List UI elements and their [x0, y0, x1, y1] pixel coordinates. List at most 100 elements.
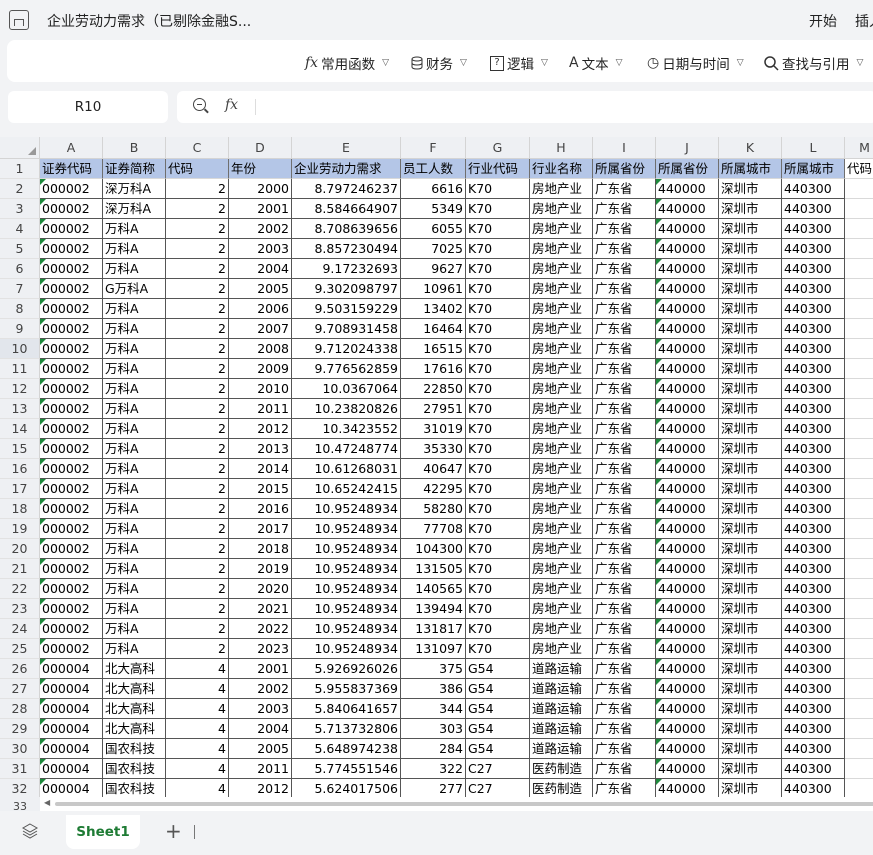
- column-header-m[interactable]: M: [845, 137, 873, 159]
- table-cell[interactable]: 2002: [229, 219, 292, 239]
- table-cell[interactable]: G54: [466, 739, 530, 759]
- table-cell[interactable]: [845, 539, 873, 559]
- table-cell[interactable]: 2: [166, 359, 229, 379]
- table-cell[interactable]: 10.23820826: [292, 399, 401, 419]
- column-header-b[interactable]: B: [103, 137, 166, 159]
- header-cell[interactable]: 行业名称: [530, 159, 593, 179]
- table-cell[interactable]: 广东省: [593, 719, 656, 739]
- table-cell[interactable]: 房地产业: [530, 639, 593, 659]
- table-cell[interactable]: 万科A: [103, 599, 166, 619]
- table-cell[interactable]: 房地产业: [530, 579, 593, 599]
- zoom-out-icon[interactable]: [193, 98, 206, 111]
- table-cell[interactable]: 房地产业: [530, 279, 593, 299]
- table-cell[interactable]: 万科A: [103, 439, 166, 459]
- table-cell[interactable]: 深圳市: [719, 679, 782, 699]
- table-cell[interactable]: 4: [166, 679, 229, 699]
- header-cell[interactable]: 所属城市: [782, 159, 845, 179]
- ribbon-logic[interactable]: ? 逻辑 ▽: [490, 53, 548, 73]
- table-cell[interactable]: 万科A: [103, 299, 166, 319]
- table-cell[interactable]: K70: [466, 379, 530, 399]
- column-header-f[interactable]: F: [401, 137, 466, 159]
- table-cell[interactable]: 广东省: [593, 619, 656, 639]
- table-cell[interactable]: 广东省: [593, 659, 656, 679]
- app-icon[interactable]: [9, 10, 29, 30]
- table-cell[interactable]: 9627: [401, 259, 466, 279]
- table-cell[interactable]: 000002: [40, 639, 103, 659]
- table-cell[interactable]: 7025: [401, 239, 466, 259]
- table-cell[interactable]: 2021: [229, 599, 292, 619]
- row-header[interactable]: 26: [0, 659, 40, 679]
- table-cell[interactable]: [845, 259, 873, 279]
- table-cell[interactable]: 深圳市: [719, 379, 782, 399]
- scroll-left-icon[interactable]: ◀: [44, 798, 50, 807]
- table-cell[interactable]: 道路运输: [530, 739, 593, 759]
- ribbon-common-functions[interactable]: fx 常用函数 ▽: [305, 53, 389, 73]
- table-cell[interactable]: 万科A: [103, 519, 166, 539]
- table-cell[interactable]: 广东省: [593, 259, 656, 279]
- table-cell[interactable]: 万科A: [103, 579, 166, 599]
- table-cell[interactable]: 4: [166, 719, 229, 739]
- table-cell[interactable]: 322: [401, 759, 466, 779]
- table-cell[interactable]: 2022: [229, 619, 292, 639]
- row-header[interactable]: 2: [0, 179, 40, 199]
- table-cell[interactable]: 000002: [40, 179, 103, 199]
- row-header[interactable]: 5: [0, 239, 40, 259]
- table-cell[interactable]: [845, 379, 873, 399]
- table-cell[interactable]: [845, 419, 873, 439]
- table-cell[interactable]: 道路运输: [530, 699, 593, 719]
- table-cell[interactable]: 广东省: [593, 519, 656, 539]
- table-cell[interactable]: 房地产业: [530, 179, 593, 199]
- table-cell[interactable]: 375: [401, 659, 466, 679]
- table-cell[interactable]: 440300: [782, 479, 845, 499]
- table-cell[interactable]: 万科A: [103, 219, 166, 239]
- table-cell[interactable]: 5.955837369: [292, 679, 401, 699]
- table-cell[interactable]: 000002: [40, 619, 103, 639]
- table-cell[interactable]: 2: [166, 639, 229, 659]
- table-cell[interactable]: 9.712024338: [292, 339, 401, 359]
- table-cell[interactable]: [845, 299, 873, 319]
- table-cell[interactable]: K70: [466, 419, 530, 439]
- table-cell[interactable]: 000002: [40, 439, 103, 459]
- table-cell[interactable]: 440300: [782, 759, 845, 779]
- table-cell[interactable]: K70: [466, 359, 530, 379]
- table-cell[interactable]: 房地产业: [530, 199, 593, 219]
- table-cell[interactable]: 2009: [229, 359, 292, 379]
- table-cell[interactable]: 440300: [782, 559, 845, 579]
- table-cell[interactable]: [845, 519, 873, 539]
- table-cell[interactable]: 440300: [782, 379, 845, 399]
- table-cell[interactable]: 深圳市: [719, 539, 782, 559]
- table-cell[interactable]: 10.95248934: [292, 559, 401, 579]
- table-cell[interactable]: 440000: [656, 659, 719, 679]
- table-cell[interactable]: 8.857230494: [292, 239, 401, 259]
- row-header[interactable]: 31: [0, 759, 40, 779]
- table-cell[interactable]: 8.797246237: [292, 179, 401, 199]
- row-header[interactable]: 9: [0, 319, 40, 339]
- row-header[interactable]: 8: [0, 299, 40, 319]
- table-cell[interactable]: K70: [466, 459, 530, 479]
- table-cell[interactable]: 000002: [40, 339, 103, 359]
- table-cell[interactable]: 5349: [401, 199, 466, 219]
- table-cell[interactable]: 万科A: [103, 319, 166, 339]
- table-cell[interactable]: 000004: [40, 719, 103, 739]
- table-cell[interactable]: 10.65242415: [292, 479, 401, 499]
- table-cell[interactable]: K70: [466, 559, 530, 579]
- table-cell[interactable]: 40647: [401, 459, 466, 479]
- table-cell[interactable]: 440300: [782, 339, 845, 359]
- table-cell[interactable]: K70: [466, 319, 530, 339]
- table-cell[interactable]: 440300: [782, 259, 845, 279]
- table-cell[interactable]: 万科A: [103, 399, 166, 419]
- table-cell[interactable]: 8.584664907: [292, 199, 401, 219]
- table-cell[interactable]: K70: [466, 579, 530, 599]
- table-cell[interactable]: K70: [466, 499, 530, 519]
- table-cell[interactable]: 000004: [40, 679, 103, 699]
- table-cell[interactable]: 深圳市: [719, 479, 782, 499]
- table-cell[interactable]: 440000: [656, 439, 719, 459]
- table-cell[interactable]: [845, 619, 873, 639]
- table-cell[interactable]: [845, 739, 873, 759]
- table-cell[interactable]: 2001: [229, 199, 292, 219]
- table-cell[interactable]: 000004: [40, 759, 103, 779]
- table-cell[interactable]: 10.61268031: [292, 459, 401, 479]
- table-cell[interactable]: [845, 199, 873, 219]
- table-cell[interactable]: 深圳市: [719, 219, 782, 239]
- table-cell[interactable]: 10.47248774: [292, 439, 401, 459]
